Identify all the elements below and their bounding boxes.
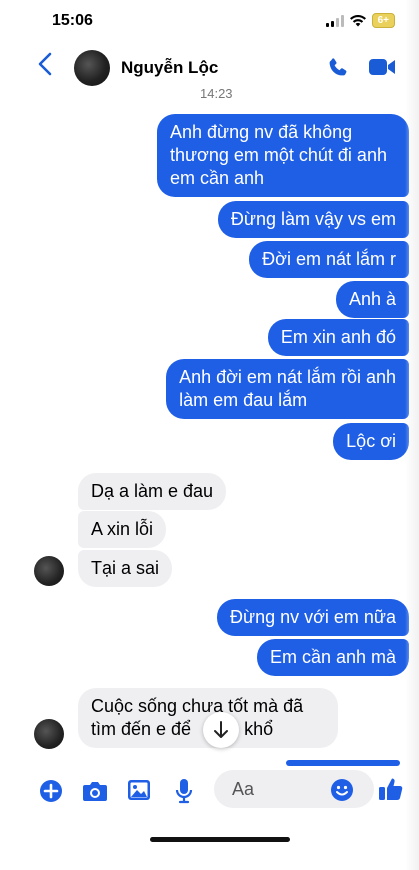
outgoing-message[interactable]: Anh đừng nv đã không thương em một chút …	[157, 114, 409, 197]
microphone-icon	[175, 779, 193, 804]
message-fragment: tìm đến e để	[91, 719, 192, 739]
message-line: em cần anh	[170, 168, 265, 188]
signal-icon	[325, 14, 344, 27]
status-time: 15:06	[52, 12, 93, 29]
chevron-left-icon	[38, 52, 52, 76]
wifi-icon	[349, 14, 366, 26]
incoming-message[interactable]: A xin lỗi	[78, 511, 167, 548]
image-icon	[128, 780, 150, 800]
sender-avatar[interactable]	[34, 556, 64, 586]
outgoing-message[interactable]: Đừng nv với em nữa	[217, 599, 409, 636]
outgoing-message[interactable]: Lộc ơi	[333, 423, 409, 460]
outgoing-message[interactable]: Đời em nát lắm r	[249, 241, 409, 278]
thumbs-up-icon	[379, 778, 403, 800]
like-button[interactable]	[378, 776, 404, 807]
video-call-button[interactable]	[368, 56, 396, 83]
screen-edge	[405, 0, 419, 870]
scroll-to-bottom-button[interactable]	[203, 712, 239, 748]
incoming-message[interactable]: Tại a sai	[78, 550, 173, 587]
phone-icon	[329, 58, 347, 76]
arrow-down-icon	[214, 721, 228, 738]
conversation-header: Nguyễn Lộc	[0, 44, 419, 92]
sender-avatar[interactable]	[34, 719, 64, 749]
camera-icon	[83, 782, 107, 801]
message-input[interactable]	[230, 778, 324, 801]
outgoing-message[interactable]: Em xin anh đó	[267, 319, 409, 356]
home-indicator	[150, 837, 290, 842]
camera-button[interactable]	[82, 780, 108, 807]
back-button[interactable]	[38, 52, 52, 81]
message-line: thương em một chút đi anh	[170, 145, 387, 165]
status-icons: 6+	[325, 13, 395, 28]
message-line: Anh đời em nát lắm rồi anh	[179, 367, 396, 387]
message-line: Anh đừng nv đã không	[170, 122, 353, 142]
partial-message-preview	[286, 760, 400, 766]
voice-message-button[interactable]	[174, 778, 194, 809]
outgoing-message[interactable]: Anh à	[335, 281, 409, 318]
contact-name[interactable]: Nguyễn Lộc	[121, 58, 218, 78]
message-line: Cuộc sống chưa tốt mà đã	[91, 696, 304, 716]
voice-call-button[interactable]	[326, 56, 350, 85]
message-line: làm em đau lắm	[179, 390, 308, 410]
message-timestamp: 14:23	[200, 86, 233, 101]
incoming-message[interactable]: Dạ a làm e đau	[78, 473, 227, 510]
outgoing-message[interactable]: Anh đời em nát lắm rồi anh làm em đau lắ…	[166, 359, 409, 419]
emoji-button[interactable]	[330, 778, 354, 807]
more-actions-button[interactable]	[40, 780, 62, 807]
emoji-icon	[331, 779, 353, 801]
outgoing-message[interactable]: Em cần anh mà	[256, 639, 409, 676]
contact-avatar[interactable]	[74, 50, 110, 86]
video-camera-icon	[369, 59, 395, 75]
battery-indicator: 6+	[371, 13, 395, 28]
outgoing-message[interactable]: Đừng làm vậy vs em	[217, 201, 409, 238]
gallery-button[interactable]	[127, 779, 151, 806]
plus-icon	[40, 780, 62, 802]
status-bar: 15:06 6+	[0, 0, 419, 44]
